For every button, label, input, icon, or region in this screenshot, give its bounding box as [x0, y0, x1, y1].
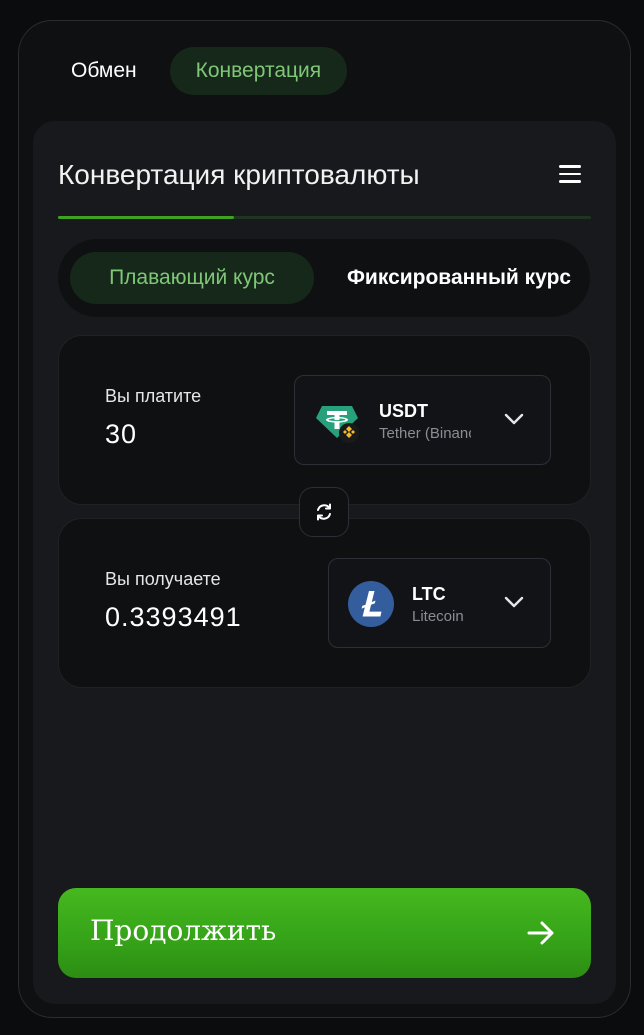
chevron-down-icon	[504, 596, 524, 608]
menu-icon[interactable]	[559, 165, 581, 185]
receive-coin-name: Litecoin	[412, 608, 464, 625]
receive-coin-ticker: LTC	[412, 584, 446, 604]
step-progress-fill	[58, 216, 234, 219]
page-title: Конвертация криптовалюты	[58, 159, 420, 190]
tab-exchange[interactable]: Обмен	[52, 47, 156, 95]
swap-button[interactable]	[299, 487, 349, 537]
pay-coin-ticker: USDT	[379, 401, 428, 421]
pay-panel: Вы платите 30 USDT Tether (Binance)	[58, 335, 591, 505]
continue-button[interactable]: Продолжить	[58, 888, 591, 978]
receive-panel: Вы получаете 0.3393491 LTC Litecoin	[58, 518, 591, 688]
conversion-card: Конвертация криптовалюты Плавающий курс …	[33, 121, 616, 1004]
rate-type-toggle: Плавающий курс Фиксированный курс	[58, 239, 590, 317]
swap-icon	[317, 503, 331, 521]
fixed-rate-option[interactable]: Фиксированный курс	[347, 252, 571, 304]
litecoin-icon	[348, 581, 394, 627]
receive-amount: 0.3393491	[105, 602, 242, 632]
step-progress-bar	[58, 216, 591, 219]
top-tabs: Обмен Конвертация	[52, 47, 348, 95]
tab-conversion[interactable]: Конвертация	[169, 47, 348, 95]
arrow-right-icon	[527, 921, 554, 945]
pay-coin-name: Tether (Binance)	[379, 425, 471, 442]
pay-label: Вы платите	[105, 386, 202, 406]
pay-amount-input[interactable]: 30	[105, 419, 137, 450]
continue-label: Продолжить	[90, 914, 277, 947]
receive-coin-select[interactable]: LTC Litecoin	[328, 558, 551, 648]
usdt-bep20-icon	[316, 406, 359, 443]
chevron-down-icon	[504, 413, 524, 425]
floating-rate-option[interactable]: Плавающий курс	[70, 252, 314, 304]
receive-label: Вы получаете	[105, 569, 221, 589]
pay-coin-select[interactable]: USDT Tether (Binance)	[294, 375, 551, 465]
